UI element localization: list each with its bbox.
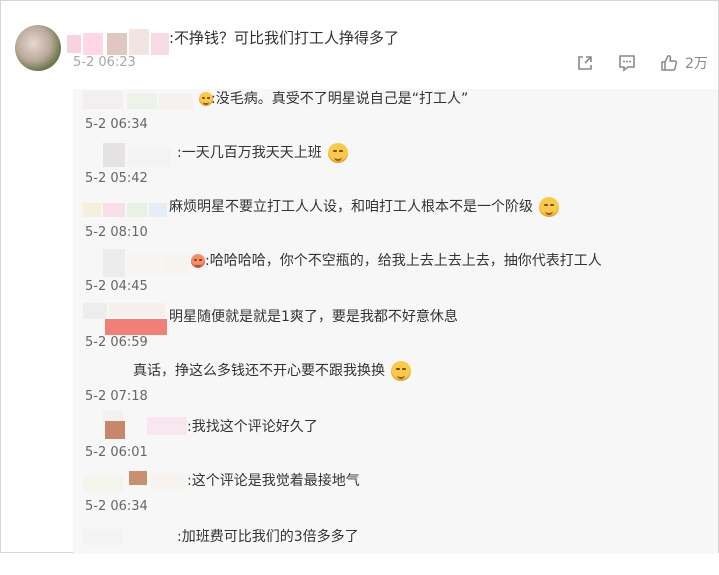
reply-text: 明星随便就是就是1爽了，要是我都不好意休息: [169, 309, 458, 325]
username-mosaic[interactable]: [67, 29, 169, 55]
reply-item: :一天几百万我天天上班 5-2 05:42: [73, 143, 713, 195]
reply-text: 真话，挣这么多钱还不开心要不跟我换换: [133, 361, 412, 381]
username-mosaic[interactable]: [83, 525, 187, 547]
reply-time: 5-2 06:34: [85, 499, 148, 514]
reply-time: 5-2 08:10: [85, 225, 148, 240]
thumbs-up-icon: [661, 55, 678, 71]
reply-text: :没毛病。真受不了明星说自己是“打工人”: [211, 91, 469, 107]
replies-box: :没毛病。真受不了明星说自己是“打工人” 5-2 06:34 :一天几百万我天天…: [73, 89, 718, 554]
thinking-icon: [539, 197, 560, 217]
reply-text: :我找这个评论好久了: [187, 419, 318, 435]
username-mosaic[interactable]: [83, 201, 169, 219]
reply-time: 5-2 06:34: [85, 117, 148, 132]
smile-icon: [328, 143, 349, 163]
comment-button[interactable]: [617, 53, 637, 73]
username-mosaic[interactable]: [103, 143, 175, 169]
reply-item: :加班费可比我们的3倍多多了: [73, 523, 713, 575]
username-mosaic[interactable]: [83, 469, 187, 495]
reply-text: :加班费可比我们的3倍多多了: [177, 529, 359, 545]
main-comment-text: :不挣钱？可比我们打工人挣得多了: [169, 29, 400, 47]
reply-time: 5-2 04:45: [85, 279, 148, 294]
share-icon: [578, 56, 592, 70]
username-mosaic[interactable]: [103, 411, 189, 441]
avatar[interactable]: [15, 25, 61, 71]
reply-item: 真话，挣这么多钱还不开心要不跟我换换 5-2 07:18: [73, 361, 713, 413]
reply-item: 明星随便就是就是1爽了，要是我都不好意休息 5-2 06:59: [73, 301, 713, 353]
reply-text: :这个评论是我觉着最接地气: [187, 473, 360, 489]
reply-text: 麻烦明星不要立打工人人设，和咱打工人根本不是一个阶级: [169, 197, 560, 217]
reply-time: 5-2 07:18: [85, 389, 148, 404]
like-button[interactable]: 2万: [659, 53, 708, 73]
reply-item: :没毛病。真受不了明星说自己是“打工人” 5-2 06:34: [73, 89, 713, 141]
username-mosaic[interactable]: [83, 91, 195, 111]
laugh-icon: [191, 254, 205, 268]
reply-item: :我找这个评论好久了 5-2 06:01: [73, 411, 713, 463]
reply-text: :一天几百万我天天上班: [177, 143, 349, 163]
share-button[interactable]: [575, 53, 595, 73]
reply-text-content: 麻烦明星不要立打工人人设，和咱打工人根本不是一个阶级: [169, 199, 533, 215]
main-comment-time: 5-2 06:23: [73, 55, 136, 70]
reply-text-content: :一天几百万我天天上班: [177, 145, 322, 161]
comment-actions: 2万: [575, 53, 708, 73]
reply-time: 5-2 06:01: [85, 445, 148, 460]
like-count: 2万: [685, 56, 708, 72]
reply-item: :这个评论是我觉着最接地气 5-2 06:34: [73, 469, 713, 521]
reply-time: 5-2 06:59: [85, 335, 148, 350]
reply-item: 麻烦明星不要立打工人人设，和咱打工人根本不是一个阶级 5-2 08:10: [73, 197, 713, 249]
reply-item: :哈哈哈哈，你个不空瓶的，给我上去上去上去，抽你代表打工人 5-2 04:45: [73, 249, 713, 303]
reply-text: :哈哈哈哈，你个不空瓶的，给我上去上去上去，抽你代表打工人: [205, 253, 602, 269]
grin-icon: [391, 361, 412, 381]
reply-text-content: 真话，挣这么多钱还不开心要不跟我换换: [133, 363, 385, 379]
username-mosaic[interactable]: [83, 303, 169, 337]
comment-panel: :不挣钱？可比我们打工人挣得多了 5-2 06:23 2万:没毛病。真受不了明…: [0, 0, 719, 554]
reply-time: 5-2 05:42: [85, 171, 148, 186]
comment-icon: [619, 55, 635, 72]
username-mosaic[interactable]: [103, 249, 193, 277]
